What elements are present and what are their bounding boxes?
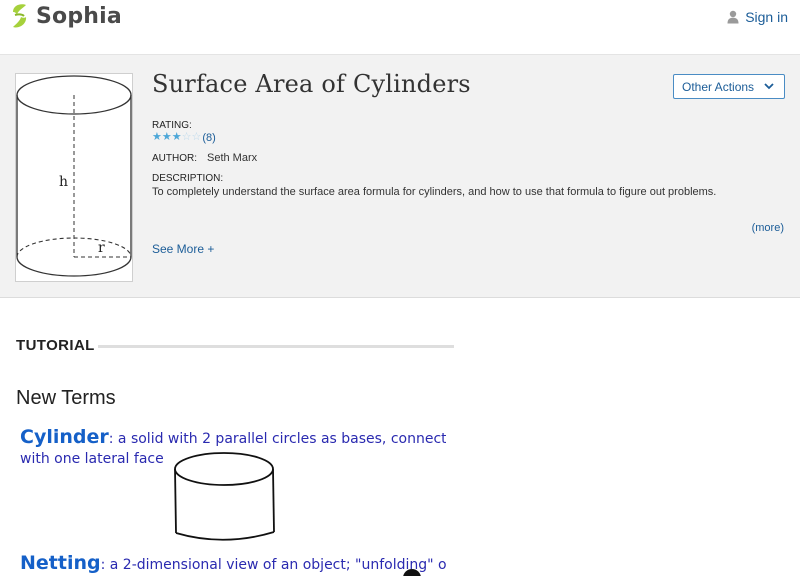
signin-link[interactable]: Sign in <box>727 9 788 25</box>
resource-title: Surface Area of Cylinders <box>152 70 471 98</box>
new-terms-heading: New Terms <box>16 387 116 409</box>
description-label: DESCRIPTION: <box>152 173 224 184</box>
resource-header: h r Surface Area of Cylinders Other Acti… <box>0 54 800 298</box>
author-label: AUTHOR: <box>152 153 197 164</box>
signin-label: Sign in <box>745 9 788 25</box>
sophia-leaf-icon <box>13 4 27 28</box>
term-netting: Netting <box>20 552 101 574</box>
cylinder-diagram: h r <box>16 75 132 277</box>
radius-label: r <box>98 240 105 256</box>
top-bar: Sophia Sign in <box>0 0 800 40</box>
chevron-down-icon <box>764 83 774 90</box>
rating-count[interactable]: (8) <box>202 132 215 144</box>
tutorial-heading: TUTORIAL <box>16 337 95 354</box>
other-actions-dropdown[interactable]: Other Actions <box>673 74 785 99</box>
rating-stars[interactable]: ★ ★ ★ ☆ ☆ (8) <box>152 131 216 144</box>
star-icon: ☆ <box>191 131 202 143</box>
author-name: Seth Marx <box>207 152 258 164</box>
star-icon: ★ <box>161 131 172 143</box>
section-divider <box>98 345 454 348</box>
person-icon <box>727 10 739 24</box>
netting-definition: Netting: a 2-dimensional view of an obje… <box>20 552 446 574</box>
height-label: h <box>59 174 68 190</box>
more-link[interactable]: (more) <box>752 222 784 234</box>
cylinder-thumbnail[interactable]: h r <box>15 73 133 282</box>
brand-name: Sophia <box>36 3 122 29</box>
star-icon: ☆ <box>181 131 192 143</box>
star-icon: ★ <box>152 131 162 143</box>
see-more-link[interactable]: See More + <box>152 242 214 256</box>
star-icon: ★ <box>171 131 182 143</box>
author-row: AUTHOR: Seth Marx <box>152 152 257 164</box>
netting-definition-text: : a 2-dimensional view of an object; "un… <box>100 557 446 573</box>
sophia-logo[interactable]: Sophia <box>9 2 122 30</box>
description-text: To completely understand the surface are… <box>152 186 717 198</box>
rating-label: RATING: <box>152 120 192 131</box>
tutorial-slide: Cylinder: a solid with 2 parallel circle… <box>16 422 446 576</box>
other-actions-label: Other Actions <box>682 79 755 94</box>
